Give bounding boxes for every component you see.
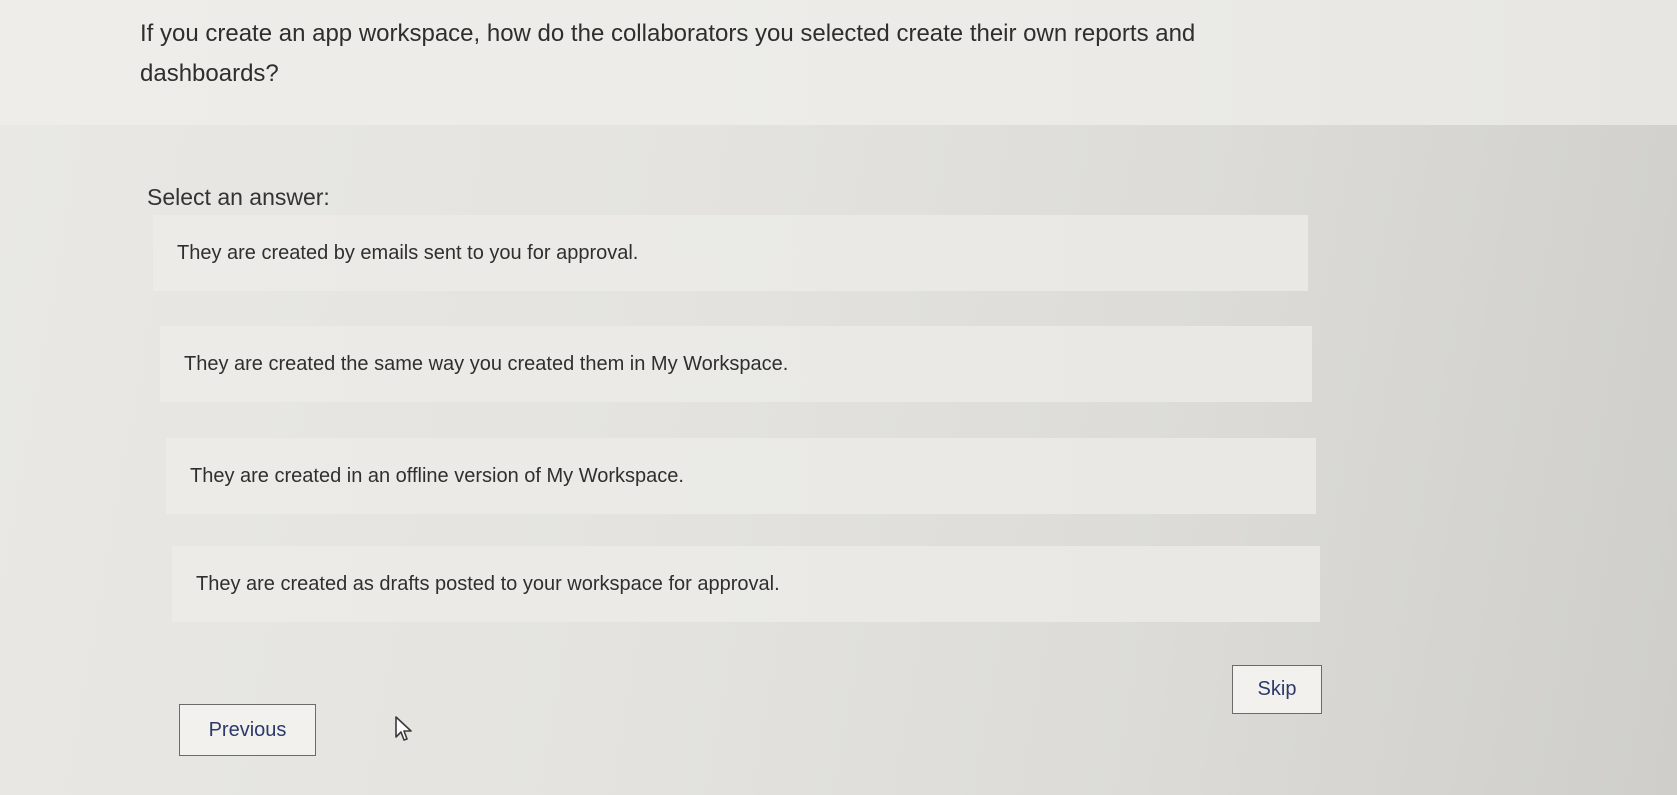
answer-option-4[interactable]: They are created as drafts posted to you…	[172, 546, 1320, 622]
mouse-pointer-icon	[395, 716, 412, 741]
question-text: If you create an app workspace, how do t…	[140, 20, 1196, 87]
answer-option-label: They are created the same way you create…	[184, 352, 789, 375]
answer-option-label: They are created in an offline version o…	[190, 464, 684, 487]
question-area: If you create an app workspace, how do t…	[0, 0, 1677, 125]
answer-prompt: Select an answer:	[147, 184, 330, 210]
answer-option-2[interactable]: They are created the same way you create…	[160, 326, 1312, 402]
answer-option-1[interactable]: They are created by emails sent to you f…	[153, 215, 1308, 291]
answer-option-3[interactable]: They are created in an offline version o…	[166, 438, 1316, 514]
previous-button[interactable]: Previous	[179, 704, 316, 756]
answer-option-label: They are created as drafts posted to you…	[196, 572, 780, 595]
skip-button[interactable]: Skip	[1232, 665, 1322, 714]
answer-option-label: They are created by emails sent to you f…	[177, 241, 639, 264]
